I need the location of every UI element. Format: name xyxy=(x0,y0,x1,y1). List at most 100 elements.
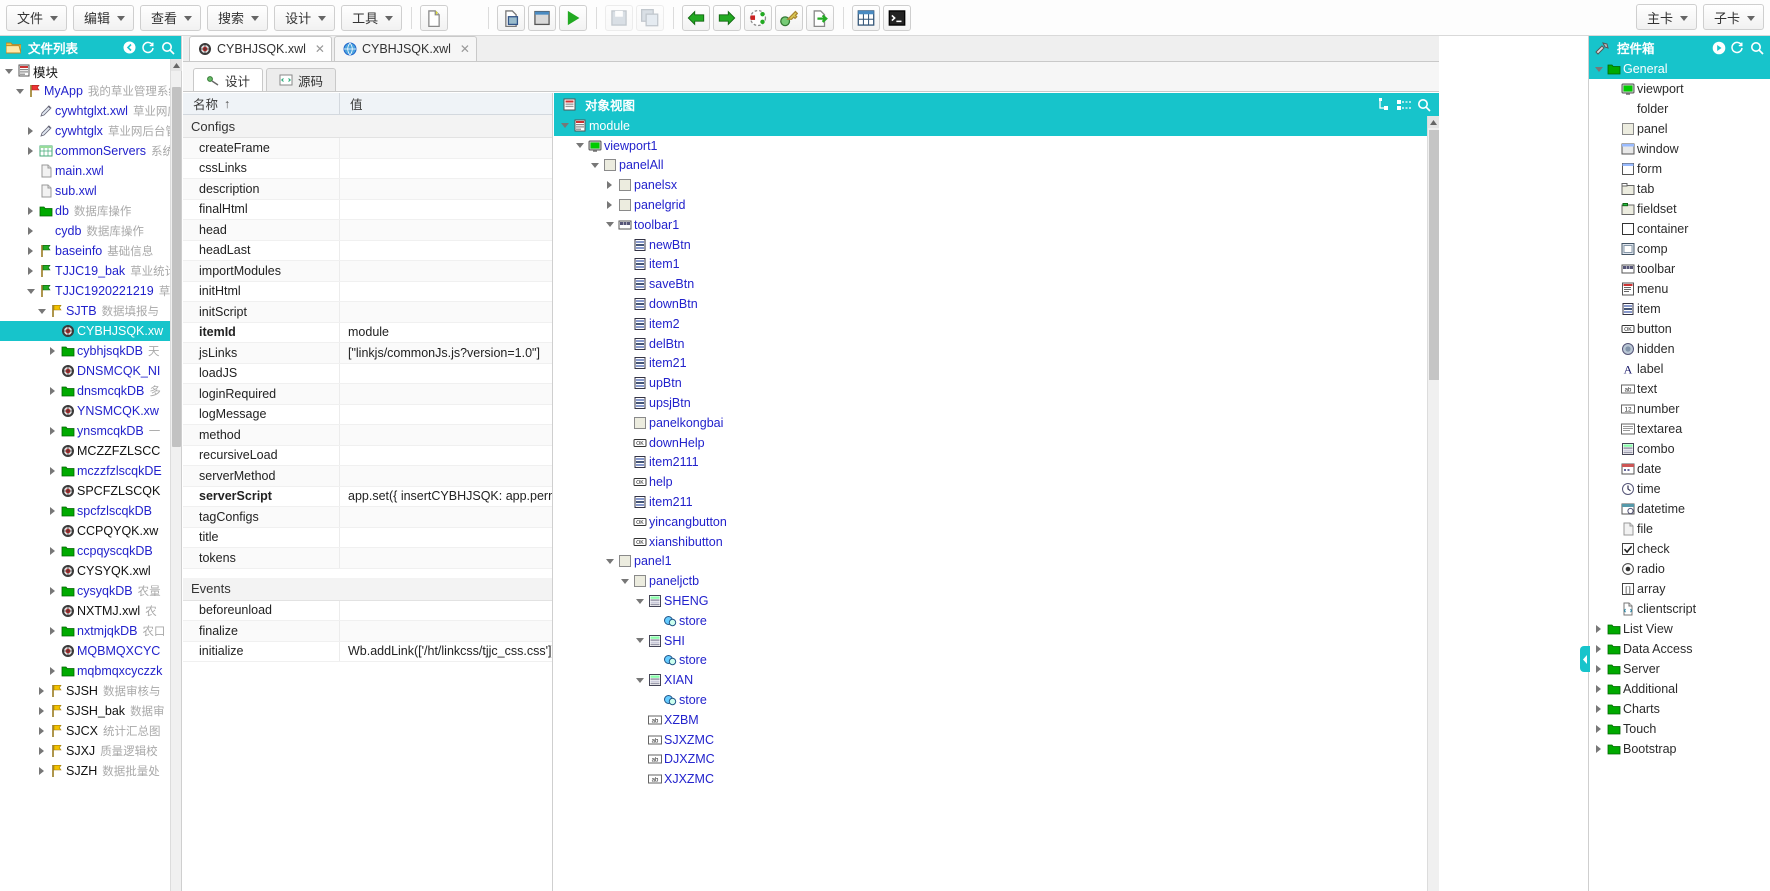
file-tree-item[interactable]: cydb 数据库操作 xyxy=(0,221,181,241)
toolbox-item[interactable]: hidden xyxy=(1589,339,1770,359)
property-row[interactable]: serverMethod xyxy=(183,466,552,487)
object-tree-item[interactable]: item2111 xyxy=(554,453,1427,473)
toolbox-item[interactable]: Bootstrap xyxy=(1589,739,1770,759)
file-tree-item[interactable]: SJTB 数据填报与 xyxy=(0,301,181,321)
object-tree-item[interactable]: item211 xyxy=(554,492,1427,512)
object-tree-item[interactable]: panelkongbai xyxy=(554,413,1427,433)
back-icon[interactable] xyxy=(682,4,711,31)
chevron-right-icon[interactable] xyxy=(1592,725,1605,733)
file-tree-item[interactable]: NXTMJ.xwl 农 xyxy=(0,601,181,621)
chevron-right-icon[interactable] xyxy=(46,507,59,515)
property-row[interactable]: tagConfigs xyxy=(183,507,552,528)
property-row[interactable]: createFrame xyxy=(183,138,552,159)
export-icon[interactable] xyxy=(806,4,835,31)
property-value[interactable] xyxy=(340,446,552,466)
file-tree-item[interactable]: db 数据库操作 xyxy=(0,201,181,221)
file-list-tree[interactable]: 模块 MyApp 我的草业管理系统 cywhtglxt.xwl 草业网应 cywhtglx… xyxy=(0,59,181,891)
chevron-right-icon[interactable] xyxy=(35,707,48,715)
property-value[interactable] xyxy=(340,384,552,404)
file-tree-item[interactable]: SJXJ 质量逻辑校 xyxy=(0,741,181,761)
object-tree-item[interactable]: SHENG xyxy=(554,591,1427,611)
close-icon[interactable]: ✕ xyxy=(315,42,325,56)
toolbox-item[interactable]: fieldset xyxy=(1589,199,1770,219)
file-tree-item[interactable]: DNSMCQK_NI xyxy=(0,361,181,381)
property-value[interactable] xyxy=(340,179,552,199)
chevron-down-icon[interactable] xyxy=(633,677,646,683)
property-value[interactable] xyxy=(340,220,552,240)
property-row[interactable]: importModules xyxy=(183,261,552,282)
file-tree-item[interactable]: ccpqyscqkDB xyxy=(0,541,181,561)
file-tree-item[interactable]: SJCX 统计汇总图 xyxy=(0,721,181,741)
search-icon[interactable] xyxy=(1414,95,1433,114)
back-icon[interactable] xyxy=(120,38,139,57)
scroll-thumb[interactable] xyxy=(172,87,181,447)
chevron-down-icon[interactable] xyxy=(603,558,616,564)
chevron-down-icon[interactable] xyxy=(558,123,571,129)
file-tree-item[interactable]: dnsmcqkDB 多 xyxy=(0,381,181,401)
property-value[interactable] xyxy=(340,621,552,641)
toolbox-item[interactable]: datetime xyxy=(1589,499,1770,519)
file-tab[interactable]: CYBHJSQK.xwl ✕ xyxy=(189,36,332,61)
property-value[interactable] xyxy=(340,159,552,179)
toolbox-item[interactable]: Additional xyxy=(1589,679,1770,699)
property-value[interactable]: app.set({ insertCYBHJSQK: app.perm('... xyxy=(340,487,552,507)
property-row[interactable]: initHtml xyxy=(183,281,552,302)
property-value[interactable] xyxy=(340,507,552,527)
toolbox-item[interactable]: Data Access xyxy=(1589,639,1770,659)
toolbox-item[interactable]: 12 number xyxy=(1589,399,1770,419)
file-tree-item[interactable]: MyApp 我的草业管理系统 xyxy=(0,81,181,101)
object-tree-item[interactable]: item1 xyxy=(554,255,1427,275)
chevron-right-icon[interactable] xyxy=(24,247,37,255)
object-tree-item[interactable]: panel1 xyxy=(554,552,1427,572)
chevron-down-icon[interactable] xyxy=(603,222,616,228)
file-tree-item[interactable]: MQBMQXCYC xyxy=(0,641,181,661)
file-tree-item[interactable]: sub.xwl xyxy=(0,181,181,201)
toolbox-item[interactable]: item xyxy=(1589,299,1770,319)
refresh-icon[interactable] xyxy=(139,38,158,57)
column-header-value[interactable]: 值 xyxy=(340,93,552,114)
chevron-down-icon[interactable] xyxy=(2,68,15,74)
toolbox-item[interactable]: menu xyxy=(1589,279,1770,299)
file-tree-item[interactable]: TJJC19_bak 草业统计 xyxy=(0,261,181,281)
property-value[interactable] xyxy=(340,282,552,302)
file-tab[interactable]: CYBHJSQK.xwl ✕ xyxy=(333,36,477,61)
property-value[interactable] xyxy=(340,601,552,621)
object-tree-item[interactable]: OK downHelp xyxy=(554,433,1427,453)
topbar-menu-sub-card[interactable]: 子卡 xyxy=(1702,4,1764,30)
property-row[interactable]: jsLinks ["linkjs/commonJs.js?version=1.0"… xyxy=(183,343,552,364)
property-value[interactable] xyxy=(340,548,552,568)
file-list-scrollbar[interactable] xyxy=(170,59,182,891)
toolbox-item[interactable]: Touch xyxy=(1589,719,1770,739)
file-tree-item[interactable]: TJJC1920221219 草 xyxy=(0,281,181,301)
object-tree-item[interactable]: OK help xyxy=(554,472,1427,492)
scroll-up-arrow[interactable] xyxy=(1428,116,1439,128)
file-tree-item[interactable]: spcfzlscqkDB xyxy=(0,501,181,521)
property-value[interactable]: module xyxy=(340,323,552,343)
object-tree-item[interactable]: newBtn xyxy=(554,235,1427,255)
object-tree-item[interactable]: module xyxy=(554,116,1427,136)
chevron-right-icon[interactable] xyxy=(603,181,616,190)
chevron-down-icon[interactable] xyxy=(633,638,646,644)
toolbox-item[interactable]: General xyxy=(1589,59,1770,79)
property-row[interactable]: headLast xyxy=(183,240,552,261)
object-tree-item[interactable]: saveBtn xyxy=(554,274,1427,294)
file-tree-item[interactable]: cywhtglx 草业网后台管 xyxy=(0,121,181,141)
chevron-right-icon[interactable] xyxy=(24,127,37,135)
object-tree-item[interactable]: paneljctb xyxy=(554,571,1427,591)
toolbox-item[interactable]: panel xyxy=(1589,119,1770,139)
object-tree-item[interactable]: XIAN xyxy=(554,670,1427,690)
file-tree-item[interactable]: SJSH_bak 数据审 xyxy=(0,701,181,721)
chevron-right-icon[interactable] xyxy=(46,667,59,675)
file-tree-item[interactable]: cysyqkDB 农量 xyxy=(0,581,181,601)
object-view-scrollbar[interactable] xyxy=(1427,116,1439,891)
property-value[interactable] xyxy=(340,302,552,322)
menu-search[interactable]: 搜索 xyxy=(207,4,269,31)
object-tree-item[interactable]: delBtn xyxy=(554,334,1427,354)
chevron-right-icon[interactable] xyxy=(35,687,48,695)
property-value[interactable] xyxy=(340,200,552,220)
property-row[interactable]: beforeunload xyxy=(183,600,552,621)
chevron-right-icon[interactable] xyxy=(1592,705,1605,713)
property-row[interactable]: head xyxy=(183,220,552,241)
search-icon[interactable] xyxy=(1747,38,1766,57)
property-value[interactable] xyxy=(340,241,552,261)
